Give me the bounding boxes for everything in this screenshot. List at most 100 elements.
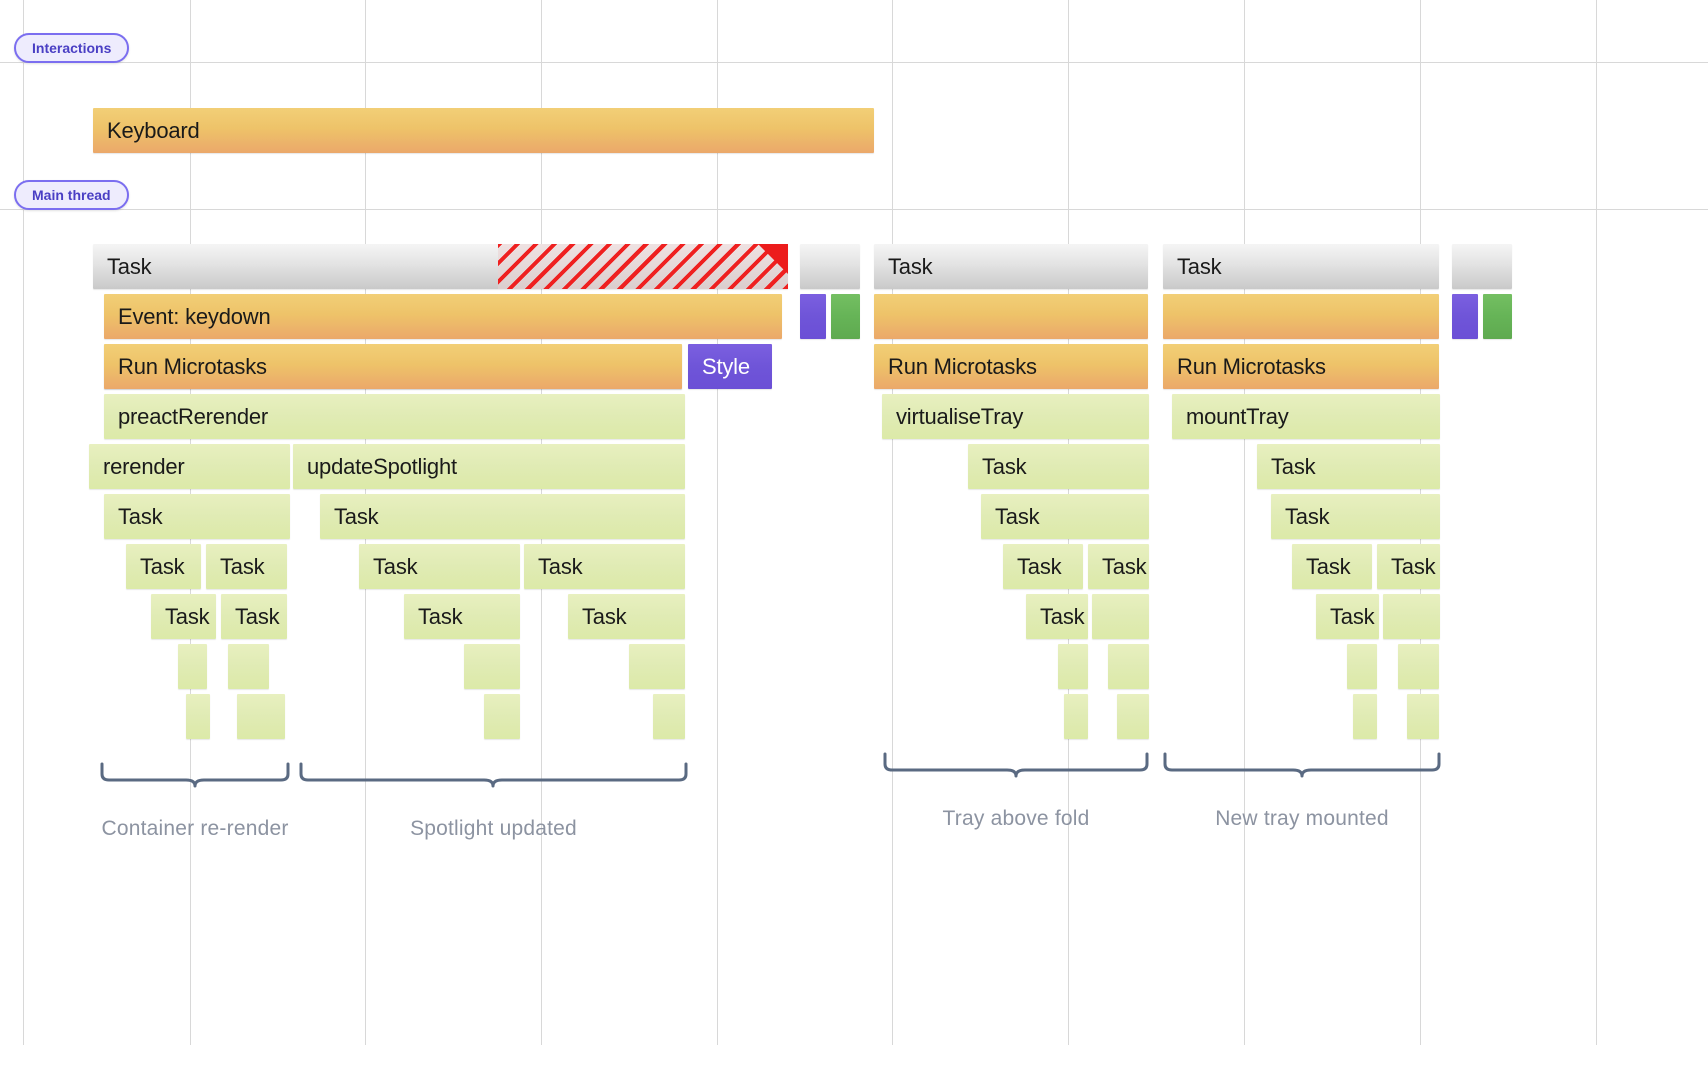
bar-label: Task [1163, 254, 1221, 280]
flame-bar-task[interactable] [1064, 694, 1088, 739]
bar-label: Task [1271, 504, 1329, 530]
gridline [1068, 880, 1069, 1045]
flame-bar-mount-tray[interactable]: mountTray [1172, 394, 1440, 439]
flame-bar-task[interactable] [237, 694, 285, 739]
bar-label: Run Microtasks [1163, 354, 1326, 380]
bar-label: Task [359, 554, 417, 580]
annotation-text: Container re-render [101, 817, 288, 840]
flame-bar-task[interactable] [1108, 644, 1149, 689]
flame-bar-task[interactable]: Task [1026, 594, 1088, 639]
track-pill-label: Main thread [32, 187, 111, 203]
flame-bar-task[interactable] [1407, 694, 1439, 739]
flame-bar-event[interactable] [1163, 294, 1439, 339]
interaction-bar-keyboard[interactable]: Keyboard [93, 108, 874, 153]
flame-bar-task[interactable]: Task [1163, 244, 1439, 289]
bar-label: updateSpotlight [293, 454, 457, 480]
flame-bar-task[interactable]: Task [404, 594, 520, 639]
bar-label: Task [104, 504, 162, 530]
track-pill-interactions[interactable]: Interactions [14, 33, 129, 63]
flame-bar-task[interactable] [186, 694, 210, 739]
flame-bar-preact-rerender[interactable]: preactRerender [104, 394, 685, 439]
flame-bar-task[interactable] [1398, 644, 1439, 689]
flame-bar-task[interactable] [1058, 644, 1088, 689]
bar-label: Task [1377, 554, 1435, 580]
annotation-label-spotlight-updated: Spotlight updated [299, 817, 688, 841]
flame-bar-task[interactable]: Task [981, 494, 1149, 539]
flame-bar-style-small[interactable] [1452, 294, 1478, 339]
flame-bar-task[interactable]: Task [1292, 544, 1372, 589]
gridline [1596, 0, 1597, 1045]
gridline [717, 0, 718, 1045]
bar-label: preactRerender [104, 404, 268, 430]
flame-bar-task[interactable]: Task [568, 594, 685, 639]
annotation-bracket [1163, 752, 1441, 778]
flame-bar-task[interactable]: Task [968, 444, 1149, 489]
flame-bar-style-small[interactable] [800, 294, 826, 339]
flame-bar-task[interactable]: Task [1377, 544, 1440, 589]
flame-bar-task[interactable] [800, 244, 860, 289]
flame-bar-paint-small[interactable] [1483, 294, 1512, 339]
flame-bar-task[interactable]: Task [1003, 544, 1083, 589]
bar-label: Task [93, 254, 151, 280]
bar-label: mountTray [1172, 404, 1289, 430]
flame-bar-task[interactable]: Task [1271, 494, 1440, 539]
annotation-bracket [299, 762, 688, 788]
flame-bar-task[interactable] [1452, 244, 1512, 289]
bar-label: Task [221, 604, 279, 630]
gridline [1244, 880, 1245, 1045]
flame-bar-run-microtasks[interactable]: Run Microtasks [1163, 344, 1439, 389]
flame-bar-task[interactable] [653, 694, 685, 739]
flame-bar-task[interactable]: Task [320, 494, 685, 539]
flame-bar-task[interactable] [464, 644, 520, 689]
flame-bar-task[interactable]: Task [126, 544, 201, 589]
flame-bar-run-microtasks[interactable]: Run Microtasks [104, 344, 682, 389]
flame-bar-event-keydown[interactable]: Event: keydown [104, 294, 782, 339]
annotation-label-tray-above-fold: Tray above fold [883, 807, 1149, 831]
flame-bar-rerender[interactable]: rerender [89, 444, 290, 489]
flame-bar-run-microtasks[interactable]: Run Microtasks [874, 344, 1148, 389]
annotation-text: New tray mounted [1215, 807, 1389, 830]
bar-label: Keyboard [93, 118, 200, 144]
flame-bar-task[interactable] [1092, 594, 1149, 639]
bar-label: Task [874, 254, 932, 280]
bar-label: Task [404, 604, 462, 630]
bar-label: virtualiseTray [882, 404, 1023, 430]
flame-bar-paint-small[interactable] [831, 294, 860, 339]
flame-bar-task[interactable] [1347, 644, 1377, 689]
gridline [1244, 0, 1245, 880]
annotation-bracket [100, 762, 290, 788]
bar-label: rerender [89, 454, 185, 480]
flame-bar-task[interactable]: Task [104, 494, 290, 539]
flame-bar-task[interactable] [178, 644, 207, 689]
flame-bar-task[interactable]: Task [524, 544, 685, 589]
annotation-text: Tray above fold [943, 807, 1090, 830]
bar-label: Task [126, 554, 184, 580]
flame-bar-task[interactable]: Task [1088, 544, 1149, 589]
flame-bar-event[interactable] [874, 294, 1148, 339]
flame-bar-task[interactable]: Task [874, 244, 1148, 289]
flame-bar-task[interactable] [228, 644, 269, 689]
track-pill-main-thread[interactable]: Main thread [14, 180, 129, 210]
flame-bar-task[interactable]: Task [206, 544, 287, 589]
flame-bar-update-spotlight[interactable]: updateSpotlight [293, 444, 685, 489]
annotation-bracket [883, 752, 1149, 778]
gridline [23, 0, 24, 1045]
long-task-warning-overlay[interactable] [498, 244, 788, 289]
flame-bar-task[interactable]: Task [221, 594, 287, 639]
flame-bar-task[interactable] [1383, 594, 1440, 639]
flame-bar-style[interactable]: Style [688, 344, 772, 389]
flame-bar-task[interactable] [629, 644, 685, 689]
bar-label: Task [206, 554, 264, 580]
flame-bar-task[interactable]: Task [1316, 594, 1379, 639]
track-pill-label: Interactions [32, 40, 111, 56]
flame-bar-task[interactable]: Task [1257, 444, 1440, 489]
annotation-text: Spotlight updated [410, 817, 577, 840]
flame-bar-task[interactable]: Task [359, 544, 520, 589]
flame-bar-task[interactable] [484, 694, 520, 739]
bar-label: Run Microtasks [874, 354, 1037, 380]
annotation-label-new-tray-mounted: New tray mounted [1163, 807, 1441, 831]
flame-bar-task[interactable] [1117, 694, 1149, 739]
flame-bar-task[interactable]: Task [151, 594, 216, 639]
flame-bar-virtualise-tray[interactable]: virtualiseTray [882, 394, 1149, 439]
flame-bar-task[interactable] [1353, 694, 1377, 739]
